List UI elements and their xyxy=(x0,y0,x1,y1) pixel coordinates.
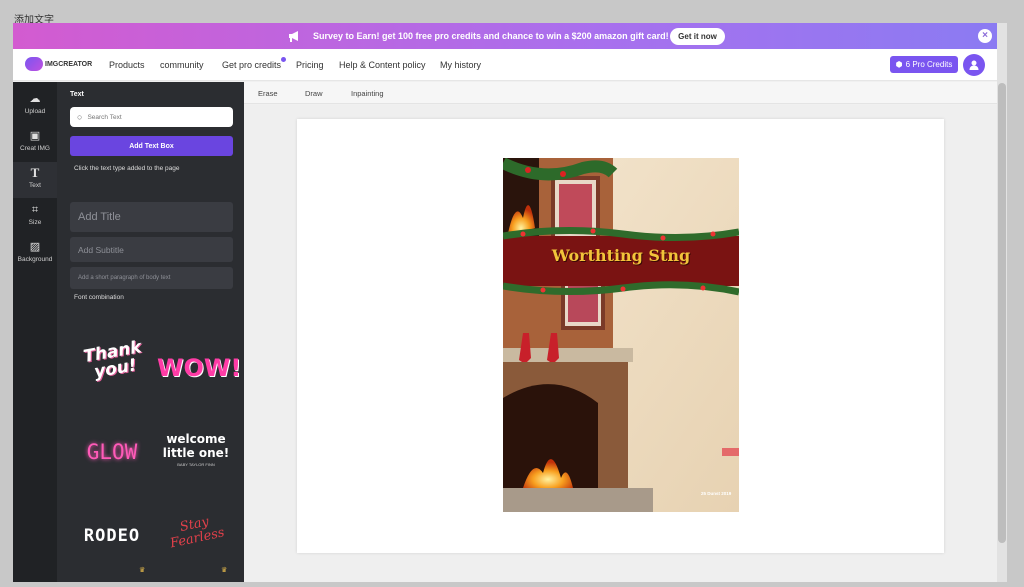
panel-hint: Click the text type added to the page xyxy=(74,165,180,172)
logo-text: IMGCREATOR xyxy=(45,60,93,68)
edit-toolbar: Erase Draw Inpainting xyxy=(244,82,997,104)
page-scrollbar[interactable] xyxy=(997,23,1007,582)
nav-help[interactable]: Help & Content policy xyxy=(339,60,426,70)
rail-upload[interactable]: ☁ Upload xyxy=(13,88,57,124)
user-icon[interactable] xyxy=(963,54,985,76)
rail-background-label: Background xyxy=(17,256,53,263)
crown-icon: ♛ xyxy=(221,567,228,574)
search-box[interactable]: ○ xyxy=(70,107,233,127)
rail-text[interactable]: T Text xyxy=(13,162,57,198)
combo-wow-text: WOW! xyxy=(157,354,242,382)
combo-welcome-text: welcome little one! xyxy=(162,432,230,460)
combo-welcome-subtext: BABY TAYLOR FINN xyxy=(177,462,215,467)
canvas-title-text[interactable]: Worthting Stng xyxy=(503,246,739,265)
combo-rodeo[interactable]: RODEO xyxy=(77,526,147,546)
get-it-now-button[interactable]: Get it now xyxy=(670,28,725,45)
add-text-box-button[interactable]: Add Text Box xyxy=(70,136,233,156)
rail-creat-img[interactable]: ▣ Creat IMG xyxy=(13,125,57,161)
nav-pricing[interactable]: Pricing xyxy=(296,60,324,70)
tool-rail: ☁ Upload ▣ Creat IMG T Text ⌗ Size ▨ Bac… xyxy=(13,82,57,582)
rail-background[interactable]: ▨ Background xyxy=(13,236,57,272)
font-combination-heading: Font combination xyxy=(74,294,124,301)
add-body-label: Add a short paragraph of body text xyxy=(78,275,171,281)
rail-size-label: Size xyxy=(28,219,42,226)
combo-welcome-little-one[interactable]: welcome little one! BABY TAYLOR FINN xyxy=(161,432,231,467)
panel-title: Text xyxy=(70,91,84,98)
canvas-page: Worthting Stng 25 Dunst 2019 xyxy=(297,119,944,553)
notification-dot xyxy=(281,57,287,62)
combo-stay-fearless-text: Stay Fearless xyxy=(168,514,226,552)
combo-rodeo-text: RODEO xyxy=(83,526,141,546)
top-nav: IMGCREATOR Products community Get pro cr… xyxy=(13,49,997,81)
close-icon[interactable]: × xyxy=(978,29,992,43)
combo-wow[interactable]: WOW! xyxy=(157,354,241,382)
upload-icon: ☁ xyxy=(29,93,41,105)
credits-label: 6 Pro Credits xyxy=(905,60,953,69)
rail-creat-img-label: Creat IMG xyxy=(20,145,50,152)
crown-icon: ♛ xyxy=(139,567,146,574)
nav-community[interactable]: community xyxy=(160,60,204,70)
rail-size[interactable]: ⌗ Size xyxy=(13,199,57,235)
fireplace-illustration xyxy=(503,158,739,512)
promo-text: Survey to Earn! get 100 free pro credits… xyxy=(313,31,669,41)
pro-credits-button[interactable]: ⬢ 6 Pro Credits xyxy=(890,56,958,73)
add-title-label: Add Title xyxy=(78,211,121,223)
canvas-caption: 25 Dunst 2019 xyxy=(701,491,732,496)
crop-icon: ⌗ xyxy=(31,204,39,216)
canvas-area: Worthting Stng 25 Dunst 2019 xyxy=(244,105,997,582)
nav-get-pro-credits-label: Get pro credits xyxy=(222,60,282,70)
rail-upload-label: Upload xyxy=(24,108,46,115)
megaphone-icon xyxy=(287,29,303,43)
promo-banner: Survey to Earn! get 100 free pro credits… xyxy=(13,23,997,49)
combo-glow-text: GLOW xyxy=(86,440,138,464)
add-subtitle-option[interactable]: Add Subtitle xyxy=(70,237,233,262)
combo-stay-fearless[interactable]: Stay Fearless xyxy=(159,511,233,553)
image-icon: ▣ xyxy=(29,130,41,142)
logo[interactable]: IMGCREATOR xyxy=(25,57,92,71)
credits-icon: ⬢ xyxy=(895,60,903,69)
combo-thank-you-text: Thank you! xyxy=(81,337,144,383)
scrollbar-thumb[interactable] xyxy=(998,83,1006,543)
nav-get-pro-credits[interactable]: Get pro credits xyxy=(222,57,287,70)
tool-inpainting[interactable]: Inpainting xyxy=(351,89,384,98)
tool-erase[interactable]: Erase xyxy=(258,89,278,98)
combo-thank-you[interactable]: Thank you! xyxy=(77,337,152,384)
generated-image[interactable]: Worthting Stng 25 Dunst 2019 xyxy=(503,158,739,512)
background-icon: ▨ xyxy=(29,241,41,253)
combo-glow[interactable]: GLOW xyxy=(81,440,143,464)
search-input[interactable] xyxy=(87,113,218,121)
tool-draw[interactable]: Draw xyxy=(305,89,323,98)
rail-text-label: Text xyxy=(29,182,41,189)
text-icon: T xyxy=(30,165,40,180)
nav-my-history[interactable]: My history xyxy=(440,60,481,70)
text-panel: Text ○ Add Text Box Click the text type … xyxy=(57,82,244,582)
add-subtitle-label: Add Subtitle xyxy=(78,244,124,255)
search-icon: ○ xyxy=(77,112,83,122)
logo-icon xyxy=(25,57,43,71)
app-window: Survey to Earn! get 100 free pro credits… xyxy=(13,23,997,582)
add-title-option[interactable]: Add Title xyxy=(70,202,233,232)
add-body-option[interactable]: Add a short paragraph of body text xyxy=(70,267,233,289)
nav-products[interactable]: Products xyxy=(109,60,145,70)
